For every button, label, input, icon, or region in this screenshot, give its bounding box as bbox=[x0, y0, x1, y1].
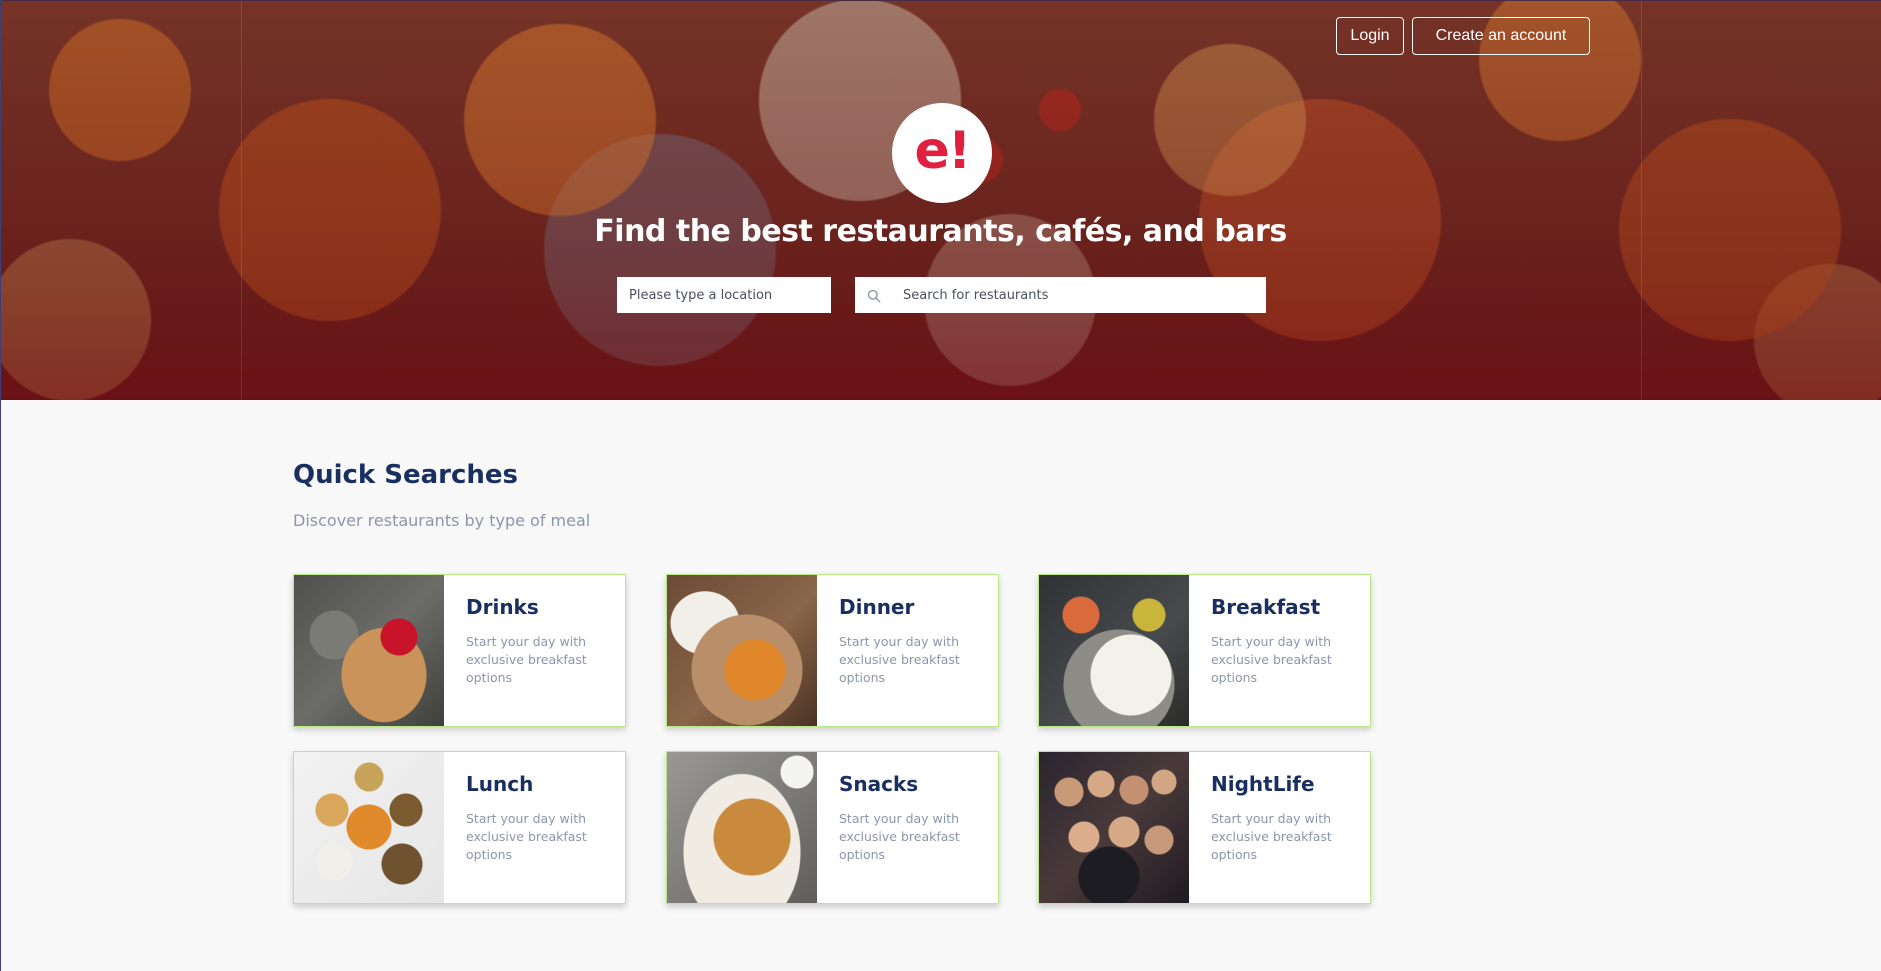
card-title: Drinks bbox=[466, 595, 539, 619]
search-icon bbox=[867, 288, 881, 303]
quick-searches-subtitle: Discover restaurants by type of meal bbox=[293, 511, 591, 530]
drinks-image bbox=[294, 575, 444, 726]
card-description: Start your day with exclusive breakfast … bbox=[1211, 811, 1332, 862]
quick-search-card-breakfast[interactable]: Breakfast Start your day with exclusive … bbox=[1038, 574, 1371, 727]
card-title: Snacks bbox=[839, 772, 919, 796]
card-description: Start your day with exclusive breakfast … bbox=[839, 634, 960, 685]
quick-search-card-snacks[interactable]: Snacks Start your day with exclusive bre… bbox=[666, 751, 999, 904]
card-description: Start your day with exclusive breakfast … bbox=[1211, 634, 1332, 685]
quick-searches-title: Quick Searches bbox=[293, 460, 519, 490]
card-title: NightLife bbox=[1211, 772, 1315, 796]
window-left-edge bbox=[0, 0, 1, 971]
logo-text: e! bbox=[914, 121, 972, 181]
card-description: Start your day with exclusive breakfast … bbox=[466, 811, 587, 862]
quick-search-card-lunch[interactable]: Lunch Start your day with exclusive brea… bbox=[293, 751, 626, 904]
restaurant-search-input[interactable] bbox=[903, 277, 1263, 313]
card-title: Dinner bbox=[839, 595, 915, 619]
snacks-image bbox=[667, 752, 817, 903]
hero-image-seam bbox=[241, 0, 242, 400]
lunch-image bbox=[294, 752, 444, 903]
location-input[interactable] bbox=[617, 277, 831, 313]
quick-search-card-drinks[interactable]: Drinks Start your day with exclusive bre… bbox=[293, 574, 626, 727]
logo[interactable]: e! bbox=[892, 103, 992, 203]
nightlife-image bbox=[1039, 752, 1189, 903]
create-account-button[interactable]: Create an account bbox=[1412, 17, 1590, 55]
login-button[interactable]: Login bbox=[1336, 17, 1404, 55]
restaurant-search-box[interactable] bbox=[855, 277, 1266, 313]
card-title: Breakfast bbox=[1211, 595, 1321, 619]
card-description: Start your day with exclusive breakfast … bbox=[466, 634, 587, 685]
card-title: Lunch bbox=[466, 772, 534, 796]
quick-search-card-nightlife[interactable]: NightLife Start your day with exclusive … bbox=[1038, 751, 1371, 904]
window-top-edge bbox=[0, 0, 1881, 1]
hero-image-seam bbox=[1641, 0, 1642, 400]
breakfast-image bbox=[1039, 575, 1189, 726]
hero-banner: Login Create an account e! Find the best… bbox=[0, 0, 1881, 400]
card-description: Start your day with exclusive breakfast … bbox=[839, 811, 960, 862]
quick-search-card-dinner[interactable]: Dinner Start your day with exclusive bre… bbox=[666, 574, 999, 727]
hero-title: Find the best restaurants, cafés, and ba… bbox=[594, 214, 1287, 249]
dinner-image bbox=[667, 575, 817, 726]
